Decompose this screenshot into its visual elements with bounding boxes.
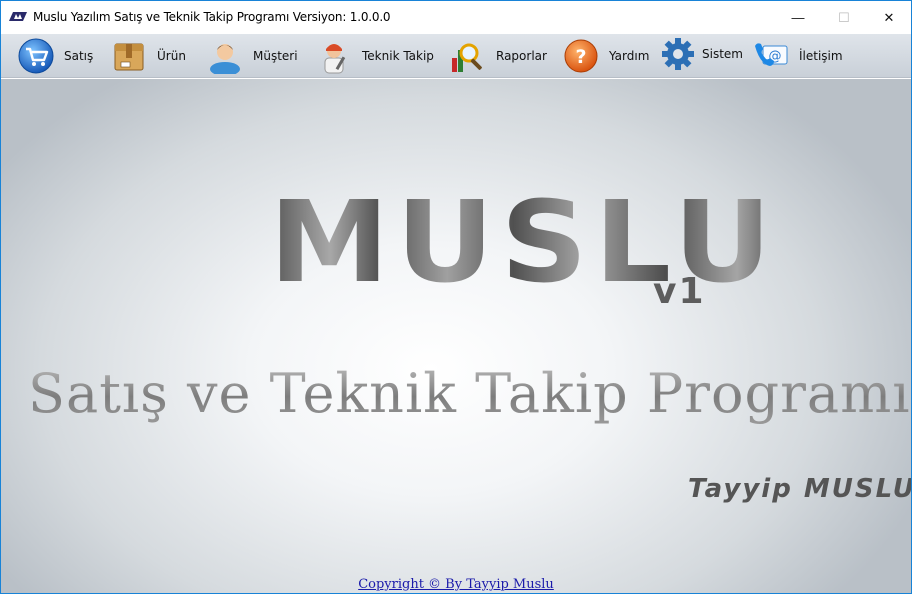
contact-mail-icon: @: [755, 43, 788, 66]
toolbar-item-label: Sistem: [702, 47, 743, 61]
toolbar-item-iletisim[interactable]: @ İletişim: [753, 36, 843, 76]
maximize-button[interactable]: ☐: [821, 1, 867, 34]
main-toolbar: Satış Ürün Müşteri Teknik Takip Raporlar…: [1, 34, 911, 78]
toolbar-item-raporlar[interactable]: Raporlar: [450, 36, 547, 76]
box-icon: [114, 43, 144, 71]
toolbar-item-label: Yardım: [609, 49, 650, 63]
main-workspace: MUSLU v1 Satış ve Teknik Takip Programı …: [1, 79, 911, 593]
toolbar-item-label: Raporlar: [496, 49, 547, 63]
author-label: Tayyip MUSLU: [688, 474, 911, 504]
gear-icon: [662, 38, 694, 70]
user-icon: [210, 44, 240, 74]
toolbar-item-satis[interactable]: Satış: [18, 36, 93, 76]
toolbar-item-musteri[interactable]: Müşteri: [207, 36, 298, 76]
help-icon: ?: [564, 39, 598, 73]
minimize-button[interactable]: —: [775, 1, 821, 34]
toolbar-item-urun[interactable]: Ürün: [111, 36, 186, 76]
toolbar-item-yardim[interactable]: ? Yardım: [563, 36, 649, 76]
toolbar-item-label: Teknik Takip: [362, 49, 434, 63]
app-logo-icon: [9, 12, 27, 21]
svg-text:?: ?: [575, 46, 586, 68]
technician-icon: [324, 44, 346, 74]
window-title: Muslu Yazılım Satış ve Teknik Takip Prog…: [33, 10, 391, 24]
copyright-link[interactable]: Copyright © By Tayyip Muslu: [1, 577, 911, 592]
title-bar[interactable]: Muslu Yazılım Satış ve Teknik Takip Prog…: [1, 1, 911, 34]
shopping-cart-icon: [18, 38, 54, 74]
toolbar-item-label: İletişim: [799, 49, 843, 63]
toolbar-item-label: Ürün: [157, 49, 186, 63]
toolbar-item-sistem[interactable]: Sistem: [660, 34, 743, 74]
app-window: Muslu Yazılım Satış ve Teknik Takip Prog…: [0, 0, 912, 594]
toolbar-item-label: Satış: [64, 49, 94, 63]
report-magnifier-icon: [452, 43, 482, 72]
program-subtitle: Satış ve Teknik Takip Programı: [28, 362, 911, 425]
version-label: v1: [653, 271, 706, 312]
toolbar-item-teknik-takip[interactable]: Teknik Takip: [316, 36, 434, 76]
close-button[interactable]: ✕: [866, 1, 911, 34]
copyright-link-text[interactable]: Copyright © By Tayyip Muslu: [358, 577, 554, 592]
toolbar-item-label: Müşteri: [253, 49, 298, 63]
